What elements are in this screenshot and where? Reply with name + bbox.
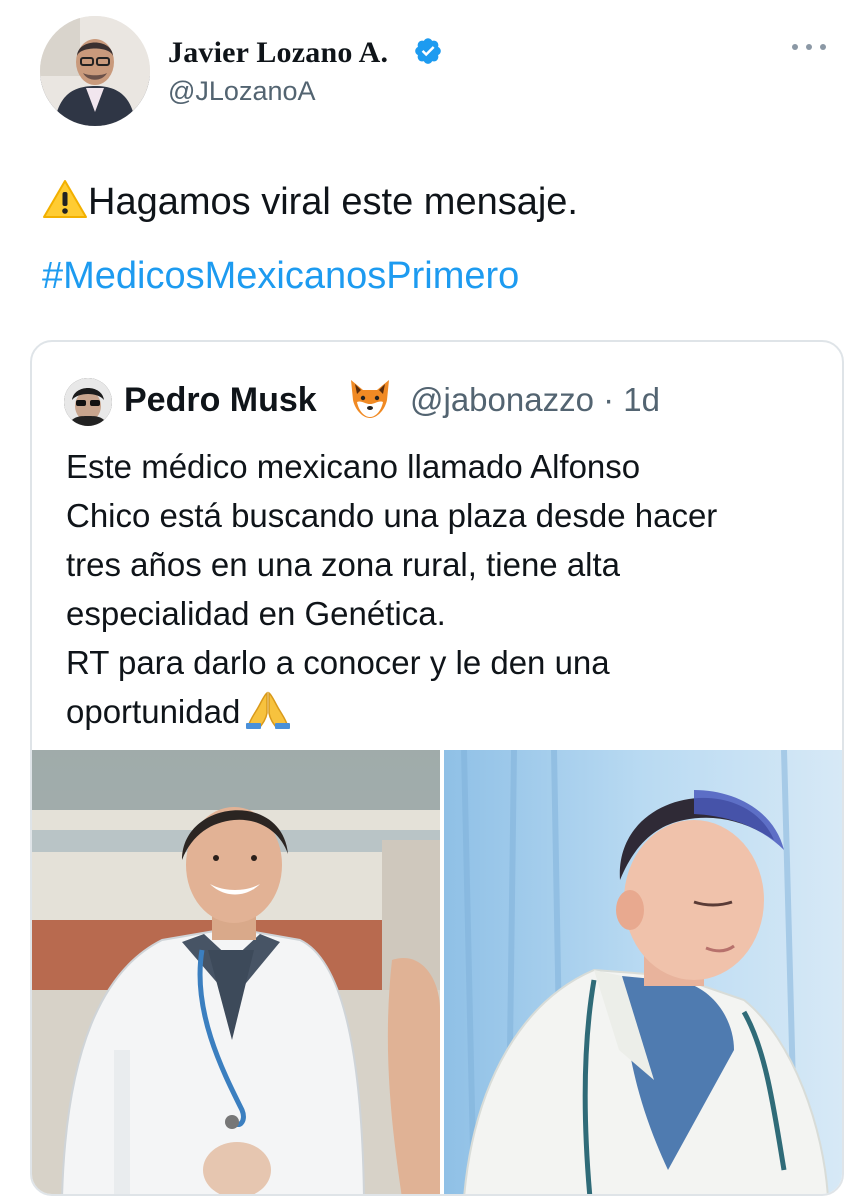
author-avatar[interactable] xyxy=(40,16,150,126)
tweet-text-content: Hagamos viral este mensaje. xyxy=(88,181,578,223)
quoted-tweet-card[interactable]: Pedro Musk @jabonazzo · 1d Este médico m… xyxy=(30,340,844,1196)
tweet-text: Hagamos viral este mensaje. xyxy=(42,178,578,226)
more-options-icon[interactable] xyxy=(792,36,826,56)
photo-doctor-outdoors[interactable] xyxy=(32,750,440,1194)
quoted-text-line: especialidad en Genética. xyxy=(66,595,446,632)
quoted-text-line: Chico está buscando una plaza desde hace… xyxy=(66,497,718,534)
quoted-text-line: RT para darlo a conocer y le den una xyxy=(66,644,610,681)
quoted-text-line: tres años en una zona rural, tiene alta xyxy=(66,546,621,583)
warning-icon xyxy=(43,180,87,218)
quoted-text-line-last: oportunidad xyxy=(66,687,826,736)
quoted-display-name[interactable]: Pedro Musk xyxy=(124,380,317,420)
quoted-text-line: Este médico mexicano llamado Alfonso xyxy=(66,448,641,485)
folded-hands-icon xyxy=(246,691,291,729)
author-display-name[interactable]: Javier Lozano A. xyxy=(168,36,388,70)
verified-badge-icon xyxy=(415,38,441,64)
hashtag-link[interactable]: #MedicosMexicanosPrimero xyxy=(42,252,519,300)
quoted-text-line: oportunidad xyxy=(66,693,241,730)
quoted-author-avatar[interactable] xyxy=(64,378,112,426)
quoted-tweet-text: Este médico mexicano llamado Alfonso Chi… xyxy=(66,442,826,736)
fox-face-icon xyxy=(351,380,389,418)
quoted-handle-time[interactable]: @jabonazzo · 1d xyxy=(410,380,660,420)
quoted-media xyxy=(32,750,842,1194)
author-handle[interactable]: @JLozanoA xyxy=(168,76,316,107)
photo-doctor-indoors[interactable] xyxy=(444,750,842,1194)
